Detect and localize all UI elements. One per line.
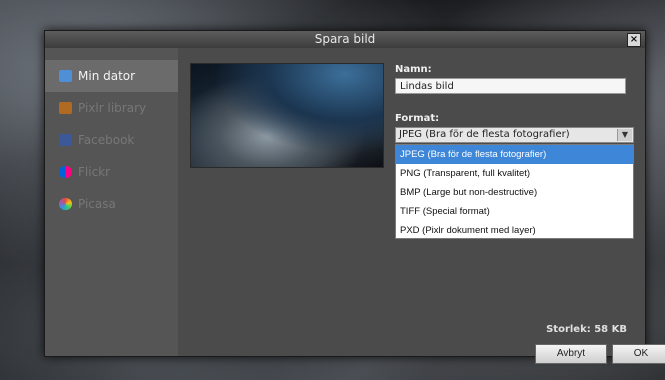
format-select[interactable]: JPEG (Bra för de flesta fotografier) ▼	[395, 127, 634, 143]
file-size-text: Storlek: 58 KB	[546, 324, 627, 335]
sidebar-item-facebook[interactable]: Facebook	[45, 124, 178, 156]
sidebar-item-flickr[interactable]: Flickr	[45, 156, 178, 188]
sidebar-item-picasa[interactable]: Picasa	[45, 188, 178, 220]
ok-button[interactable]: OK	[612, 344, 665, 364]
sidebar-item-label: Facebook	[78, 133, 135, 147]
monitor-icon	[59, 70, 72, 82]
dialog-titlebar[interactable]: Spara bild ×	[45, 31, 645, 48]
close-button[interactable]: ×	[627, 33, 641, 47]
sidebar-item-label: Flickr	[78, 165, 111, 179]
sidebar-item-min-dator[interactable]: Min dator	[45, 60, 178, 92]
format-option-png[interactable]: PNG (Transparent, full kvalitet)	[396, 164, 633, 183]
facebook-icon	[59, 134, 72, 146]
dialog-title: Spara bild	[314, 32, 376, 46]
sidebar-item-label: Pixlr library	[78, 101, 147, 115]
format-label: Format:	[395, 113, 440, 124]
cancel-button[interactable]: Avbryt	[535, 344, 607, 364]
sidebar-item-label: Min dator	[78, 69, 136, 83]
name-input[interactable]: Lindas bild	[395, 78, 626, 94]
image-preview	[190, 63, 384, 168]
format-selected-value: JPEG (Bra för de flesta fotografier)	[399, 129, 570, 140]
save-options-panel: Namn: Lindas bild Format: JPEG (Bra för …	[178, 48, 665, 364]
picasa-icon	[59, 198, 72, 210]
sidebar-item-pixlr-library[interactable]: Pixlr library	[45, 92, 178, 124]
sidebar-item-label: Picasa	[78, 197, 116, 211]
format-dropdown-list: JPEG (Bra för de flesta fotografier) PNG…	[395, 144, 634, 239]
save-image-dialog: Spara bild × Min dator Pixlr library Fac…	[44, 30, 665, 364]
save-destination-sidebar: Min dator Pixlr library Facebook Flickr …	[45, 48, 178, 356]
format-option-jpeg[interactable]: JPEG (Bra för de flesta fotografier)	[396, 145, 633, 164]
chevron-down-icon[interactable]: ▼	[617, 129, 632, 141]
format-option-tiff[interactable]: TIFF (Special format)	[396, 202, 633, 221]
library-icon	[59, 102, 72, 114]
format-option-pxd[interactable]: PXD (Pixlr dokument med layer)	[396, 221, 633, 240]
flickr-icon	[59, 166, 72, 178]
format-option-bmp[interactable]: BMP (Large but non-destructive)	[396, 183, 633, 202]
name-label: Namn:	[395, 64, 432, 75]
close-icon: ×	[629, 34, 639, 45]
